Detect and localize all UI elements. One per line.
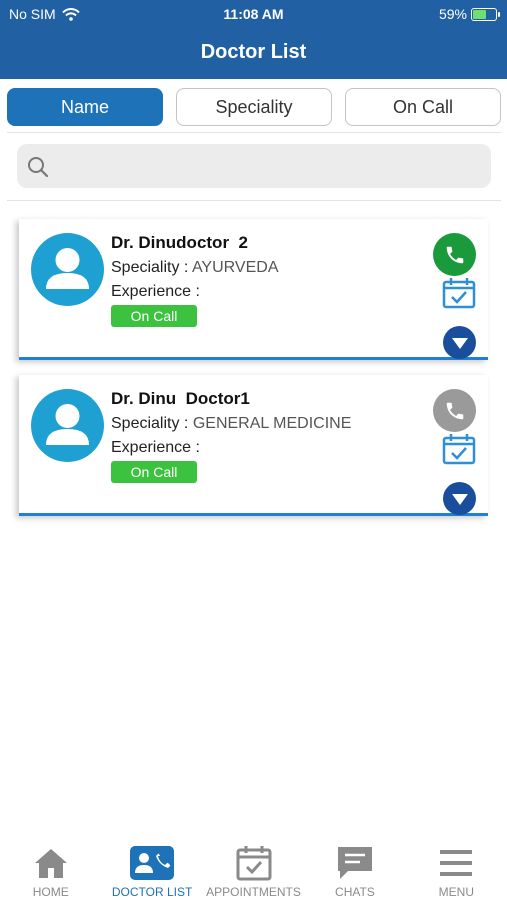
chevron-down-icon [451, 337, 468, 349]
doctor-name: Dr. Dinu Doctor1 [111, 389, 250, 408]
nav-appointments[interactable]: APPOINTMENTS [203, 836, 304, 900]
home-icon [34, 849, 67, 878]
doctor-card[interactable]: Dr. Dinu Doctor1 Speciality : GENERAL ME… [19, 375, 488, 516]
calendar-check-icon [236, 846, 272, 881]
avatar-icon [31, 233, 104, 306]
status-time: 11:08 AM [223, 6, 284, 22]
nav-chats[interactable]: CHATS [304, 836, 405, 900]
nav-doctor-list[interactable]: DOCTOR LIST [101, 836, 202, 900]
phone-icon [446, 246, 463, 263]
tab-on-call[interactable]: On Call [345, 88, 501, 126]
search-bar[interactable] [17, 144, 491, 190]
battery-percent: 59% [438, 6, 467, 22]
doctor-speciality: Speciality : GENERAL MEDICINE [111, 415, 351, 433]
divider [7, 132, 501, 133]
status-bar: No SIM 11:08 AM 59% [0, 0, 507, 28]
experience-label: Experience : [111, 283, 200, 300]
nav-home[interactable]: HOME [0, 836, 101, 900]
search-input[interactable] [61, 144, 485, 190]
status-badge: On Call [111, 461, 197, 483]
app-header: No SIM 11:08 AM 59% Doctor List [0, 0, 507, 79]
status-badge: On Call [111, 305, 197, 327]
speciality-label: Speciality : [111, 415, 189, 432]
call-button[interactable] [433, 233, 476, 276]
call-button[interactable] [433, 389, 476, 432]
nav-label: DOCTOR LIST [111, 885, 193, 899]
tab-speciality[interactable]: Speciality [176, 88, 332, 126]
schedule-appointment-button[interactable] [442, 433, 476, 465]
chat-icon [337, 847, 372, 879]
schedule-appointment-button[interactable] [442, 277, 476, 309]
avatar-icon [31, 389, 104, 462]
nav-label: CHATS [335, 885, 375, 899]
nav-label: MENU [438, 885, 474, 899]
doctor-card[interactable]: Dr. Dinudoctor 2 Speciality : AYURVEDA E… [19, 219, 488, 360]
doctor-name: Dr. Dinudoctor 2 [111, 233, 248, 252]
page-title: Doctor List [200, 41, 307, 63]
doctor-experience: Experience : [111, 439, 200, 457]
phone-icon [446, 402, 463, 419]
nav-label: APPOINTMENTS [206, 885, 301, 899]
speciality-value: GENERAL MEDICINE [192, 415, 352, 432]
menu-icon [440, 850, 473, 876]
filter-tabs: Name Speciality On Call [7, 88, 501, 126]
doctor-speciality: Speciality : AYURVEDA [111, 259, 278, 277]
expand-button[interactable] [443, 326, 476, 359]
battery-icon [471, 7, 500, 21]
expand-button[interactable] [443, 482, 476, 515]
experience-label: Experience : [111, 439, 200, 456]
nav-menu[interactable]: MENU [406, 836, 507, 900]
divider [7, 200, 501, 201]
tab-name[interactable]: Name [7, 88, 163, 126]
speciality-label: Speciality : [111, 259, 189, 276]
chevron-down-icon [451, 493, 468, 505]
bottom-nav: HOME DOCTOR LIST APPOINTMENTS CHATS MENU [0, 836, 507, 900]
speciality-value: AYURVEDA [191, 259, 279, 276]
calendar-check-icon [442, 278, 476, 309]
calendar-check-icon [442, 434, 476, 465]
doctor-list-icon [130, 846, 175, 880]
search-icon [28, 157, 49, 178]
doctor-experience: Experience : [111, 283, 200, 301]
nav-label: HOME [32, 885, 69, 899]
